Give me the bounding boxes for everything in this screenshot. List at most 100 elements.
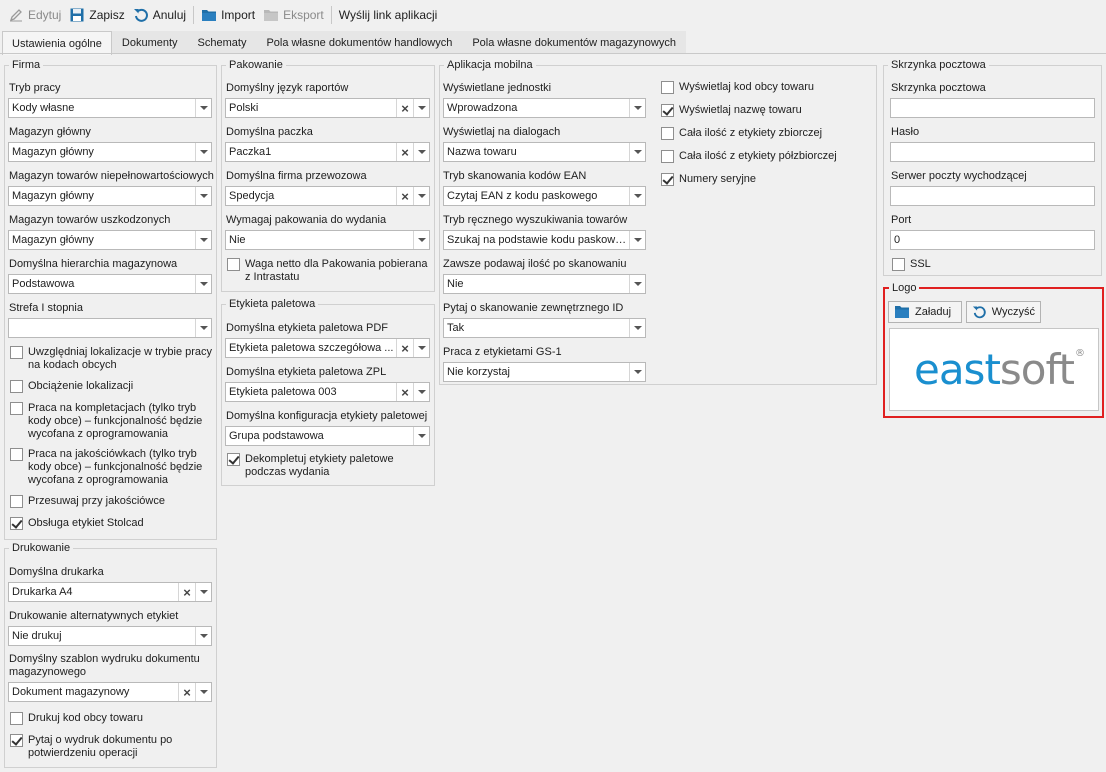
- checkbox-print-foreign-code[interactable]: Drukuj kod obcy towaru: [10, 712, 215, 725]
- cancel-button[interactable]: Anuluj: [129, 4, 190, 26]
- tab-documents[interactable]: Dokumenty: [111, 31, 188, 54]
- checkbox-kitting[interactable]: Praca na kompletacjach (tylko tryb kody …: [10, 402, 215, 441]
- smtp-server-field[interactable]: [890, 186, 1095, 206]
- clear-icon[interactable]: ×: [396, 383, 413, 401]
- chevron-down-icon[interactable]: [629, 231, 645, 249]
- main-warehouse-select[interactable]: Magazyn główny: [8, 142, 212, 162]
- port-field[interactable]: 0: [890, 230, 1095, 250]
- pallet-pdf-select[interactable]: Etykieta paletowa szczegółowa ... ×: [225, 338, 430, 358]
- chevron-down-icon[interactable]: [195, 683, 211, 701]
- chevron-down-icon[interactable]: [195, 319, 211, 337]
- checkbox-box[interactable]: [892, 258, 905, 271]
- checkbox-stolcad[interactable]: Obsługa etykiet Stolcad: [10, 517, 215, 530]
- checkbox-box[interactable]: [10, 517, 23, 530]
- checkbox-box[interactable]: [661, 150, 674, 163]
- chevron-down-icon[interactable]: [195, 99, 211, 117]
- checkbox-box[interactable]: [227, 453, 240, 466]
- external-id-select[interactable]: Tak: [443, 318, 646, 338]
- edit-button[interactable]: Edytuj: [4, 4, 65, 26]
- clear-icon[interactable]: ×: [396, 339, 413, 357]
- checkbox-semi-collective-label[interactable]: Cała ilość z etykiety półzbiorczej: [661, 150, 871, 163]
- work-mode-select[interactable]: Kody własne: [8, 98, 212, 118]
- chevron-down-icon[interactable]: [195, 275, 211, 293]
- export-button[interactable]: Eksport: [259, 4, 328, 26]
- chevron-down-icon[interactable]: [413, 339, 429, 357]
- checkbox-box[interactable]: [661, 81, 674, 94]
- chevron-down-icon[interactable]: [413, 187, 429, 205]
- checkbox-box[interactable]: [10, 734, 23, 747]
- checkbox-ssl[interactable]: SSL: [892, 258, 992, 271]
- mailbox-field[interactable]: [890, 98, 1095, 118]
- zone-select[interactable]: [8, 318, 212, 338]
- import-button[interactable]: Import: [197, 4, 259, 26]
- chevron-down-icon[interactable]: [195, 231, 211, 249]
- ean-mode-select[interactable]: Czytaj EAN z kodu paskowego: [443, 186, 646, 206]
- tab-schemes[interactable]: Schematy: [187, 31, 257, 54]
- checkbox-ask-print[interactable]: Pytaj o wydruk dokumentu po potwierdzeni…: [10, 734, 215, 760]
- checkbox-box[interactable]: [10, 402, 23, 415]
- default-printer-select[interactable]: Drukarka A4 ×: [8, 582, 212, 602]
- chevron-down-icon[interactable]: [413, 143, 429, 161]
- checkbox-show-foreign-code[interactable]: Wyświetlaj kod obcy towaru: [661, 81, 871, 94]
- gs1-select[interactable]: Nie korzystaj: [443, 362, 646, 382]
- save-button[interactable]: Zapisz: [65, 4, 128, 26]
- chevron-down-icon[interactable]: [629, 319, 645, 337]
- clear-icon[interactable]: ×: [396, 99, 413, 117]
- checkbox-collective-label[interactable]: Cała ilość z etykiety zbiorczej: [661, 127, 871, 140]
- quantity-select[interactable]: Nie: [443, 274, 646, 294]
- damaged-warehouse-select[interactable]: Magazyn główny: [8, 230, 212, 250]
- pallet-config-select[interactable]: Grupa podstawowa: [225, 426, 430, 446]
- chevron-down-icon[interactable]: [629, 363, 645, 381]
- chevron-down-icon[interactable]: [629, 143, 645, 161]
- clear-icon[interactable]: ×: [178, 583, 195, 601]
- checkbox-quality[interactable]: Praca na jakościówkach (tylko tryb kody …: [10, 448, 215, 487]
- load-logo-button[interactable]: Załaduj: [888, 301, 962, 323]
- clear-icon[interactable]: ×: [178, 683, 195, 701]
- chevron-down-icon[interactable]: [195, 143, 211, 161]
- dialogs-select[interactable]: Nazwa towaru: [443, 142, 646, 162]
- chevron-down-icon[interactable]: [629, 187, 645, 205]
- chevron-down-icon[interactable]: [629, 99, 645, 117]
- alt-labels-select[interactable]: Nie drukuj: [8, 626, 212, 646]
- checkbox-move-quality[interactable]: Przesuwaj przy jakościówce: [10, 495, 215, 508]
- pallet-zpl-select[interactable]: Etykieta paletowa 003 ×: [225, 382, 430, 402]
- checkbox-box[interactable]: [10, 380, 23, 393]
- require-packing-select[interactable]: Nie: [225, 230, 430, 250]
- tab-custom-fields-warehouse[interactable]: Pola własne dokumentów magazynowych: [462, 31, 686, 54]
- chevron-down-icon[interactable]: [629, 275, 645, 293]
- template-select[interactable]: Dokument magazynowy ×: [8, 682, 212, 702]
- checkbox-box[interactable]: [10, 346, 23, 359]
- tab-custom-fields-trade[interactable]: Pola własne dokumentów handlowych: [256, 31, 463, 54]
- checkbox-box[interactable]: [10, 495, 23, 508]
- chevron-down-icon[interactable]: [195, 187, 211, 205]
- chevron-down-icon[interactable]: [413, 99, 429, 117]
- chevron-down-icon[interactable]: [195, 627, 211, 645]
- chevron-down-icon[interactable]: [413, 383, 429, 401]
- hierarchy-select[interactable]: Podstawowa: [8, 274, 212, 294]
- checkbox-locations-foreign-codes[interactable]: Uwzględniaj lokalizacje w trybie pracy n…: [10, 346, 215, 372]
- checkbox-decomplete[interactable]: Dekompletuj etykiety paletowe podczas wy…: [227, 453, 427, 479]
- clear-icon[interactable]: ×: [396, 143, 413, 161]
- password-field[interactable]: [890, 142, 1095, 162]
- tab-general-settings[interactable]: Ustawienia ogólne: [2, 31, 112, 55]
- checkbox-box[interactable]: [10, 448, 23, 461]
- report-language-select[interactable]: Polski ×: [225, 98, 430, 118]
- checkbox-box[interactable]: [661, 173, 674, 186]
- chevron-down-icon[interactable]: [413, 231, 429, 249]
- chevron-down-icon[interactable]: [413, 427, 429, 445]
- checkbox-box[interactable]: [661, 127, 674, 140]
- checkbox-show-product-name[interactable]: Wyświetlaj nazwę towaru: [661, 104, 871, 117]
- checkbox-box[interactable]: [661, 104, 674, 117]
- substandard-warehouse-select[interactable]: Magazyn główny: [8, 186, 212, 206]
- checkbox-net-weight[interactable]: Waga netto dla Pakowania pobierana z Int…: [227, 258, 432, 284]
- default-package-select[interactable]: Paczka1 ×: [225, 142, 430, 162]
- clear-logo-button[interactable]: Wyczyść: [966, 301, 1041, 323]
- carrier-select[interactable]: Spedycja ×: [225, 186, 430, 206]
- checkbox-serial-numbers[interactable]: Numery seryjne: [661, 173, 871, 186]
- units-select[interactable]: Wprowadzona: [443, 98, 646, 118]
- checkbox-location-load[interactable]: Obciążenie lokalizacji: [10, 380, 215, 393]
- manual-search-select[interactable]: Szukaj na podstawie kodu paskowe...: [443, 230, 646, 250]
- checkbox-box[interactable]: [227, 258, 240, 271]
- checkbox-box[interactable]: [10, 712, 23, 725]
- send-link-button[interactable]: Wyślij link aplikacji: [335, 5, 442, 25]
